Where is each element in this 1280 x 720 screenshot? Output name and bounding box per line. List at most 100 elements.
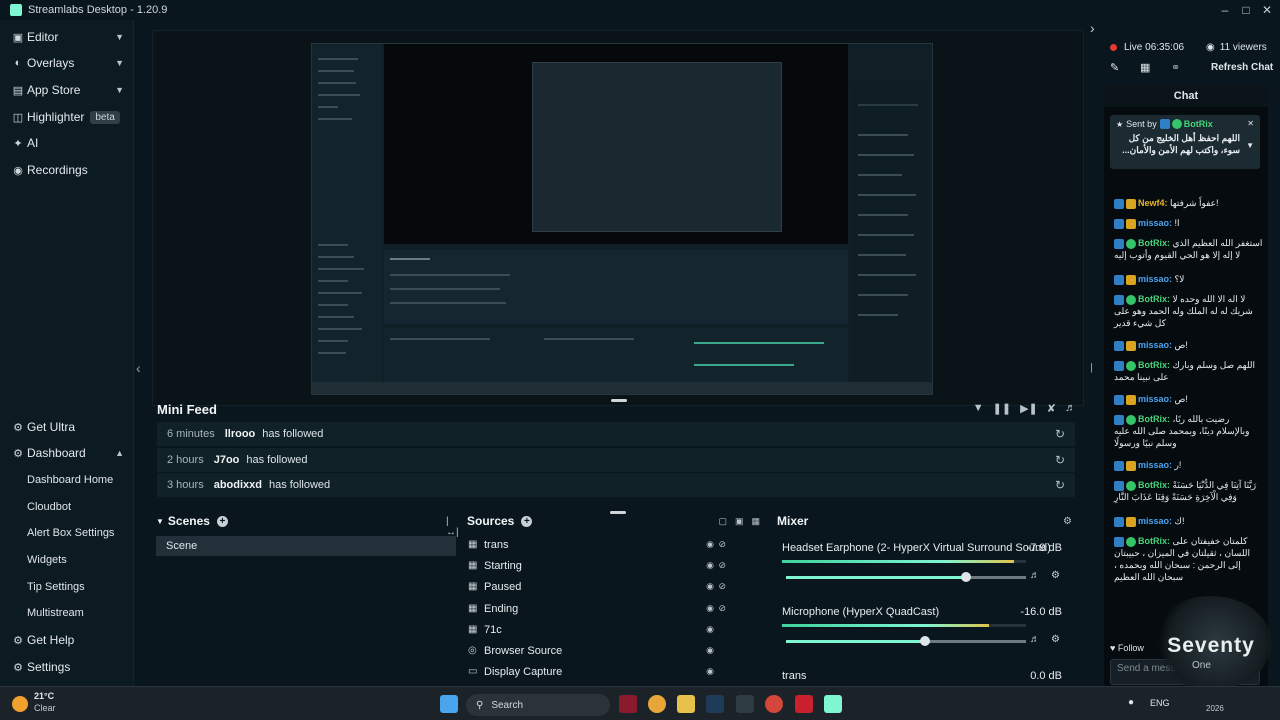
hidden-eye-icon[interactable]: ⊘ <box>718 581 726 592</box>
pause-icon[interactable]: ❚❚ <box>993 402 1011 415</box>
gear-icon[interactable]: ⚙ <box>1051 570 1060 581</box>
edit-icon[interactable]: ✎ <box>1110 61 1119 74</box>
volume-slider[interactable] <box>786 572 1026 582</box>
stream-preview[interactable] <box>152 30 1084 406</box>
source-item[interactable]: ▦ Paused ◉ ⊘ <box>468 576 760 597</box>
scene-transitions-icon[interactable]: |↔| <box>446 516 459 538</box>
sidebar-item-dashboard-home[interactable]: Dashboard Home <box>0 467 134 493</box>
source-item[interactable]: ▦ trans ◉ ⊘ <box>468 534 760 555</box>
add-scene-button[interactable]: + <box>216 515 228 527</box>
chat-username[interactable]: missao: <box>1138 340 1172 350</box>
chat-username[interactable]: BotRix: <box>1138 294 1170 304</box>
sidebar-item-overlays[interactable]: ◐ Overlays ▼ <box>0 50 134 76</box>
lock-icon[interactable]: ◉ <box>706 581 714 592</box>
source-item[interactable]: ▭ Display Capture ◉ <box>468 661 760 682</box>
sidebar-item-cloudbot[interactable]: Cloudbot <box>0 494 134 520</box>
chat-username[interactable]: missao: <box>1138 516 1172 526</box>
sidebar-item-alert-box-settings[interactable]: Alert Box Settings <box>0 520 134 546</box>
lock-icon[interactable]: ◉ <box>706 560 714 571</box>
collapse-icon[interactable]: ▼ <box>156 517 164 526</box>
chevron-down-icon[interactable]: ▼ <box>1246 141 1254 150</box>
repeat-alert-icon[interactable]: ↻ <box>1055 478 1065 492</box>
sidebar-item-multistream[interactable]: Multistream <box>0 600 134 626</box>
app-icon-tools[interactable] <box>736 695 754 713</box>
sidebar-item-tip-settings[interactable]: Tip Settings <box>0 574 134 600</box>
hidden-eye-icon[interactable]: ⊘ <box>718 603 726 614</box>
sidebar-item-editor[interactable]: ▣ Editor ▼ <box>0 24 134 50</box>
group-icon[interactable]: ▣ <box>735 516 744 527</box>
add-folder-icon[interactable]: ▦ <box>751 516 760 527</box>
chat-username[interactable]: missao: <box>1138 274 1172 284</box>
chat-username[interactable]: BotRix: <box>1138 360 1170 370</box>
app-icon-red[interactable] <box>795 695 813 713</box>
add-source-button[interactable]: + <box>521 515 533 527</box>
lock-icon[interactable]: ◉ <box>706 666 714 677</box>
chat-username[interactable]: Newf4: <box>1138 198 1168 208</box>
chat-username[interactable]: BotRix: <box>1138 480 1170 490</box>
hidden-eye-icon[interactable]: ⊘ <box>718 539 726 550</box>
app-icon-chat[interactable] <box>648 695 666 713</box>
sidebar-item-settings[interactable]: ⚙ Settings <box>0 654 134 680</box>
filter-icon[interactable]: ▼ <box>973 402 984 415</box>
collapse-right-icon[interactable]: › <box>1090 20 1095 36</box>
folder-icon[interactable] <box>677 695 695 713</box>
lock-icon[interactable]: ◉ <box>706 539 714 550</box>
mute-alerts-icon[interactable]: ✘ <box>1047 402 1056 415</box>
lock-icon[interactable]: ◉ <box>706 603 714 614</box>
dismiss-pin-icon[interactable]: ✕ <box>1247 119 1254 128</box>
app-icon-a[interactable] <box>619 695 637 713</box>
sidebar-item-get-help[interactable]: ⚙ Get Help <box>0 627 134 653</box>
volume-knob[interactable] <box>920 636 931 646</box>
lock-icon[interactable]: ◉ <box>706 645 714 656</box>
skip-icon[interactable]: ▶❚ <box>1020 402 1038 415</box>
dock-icon[interactable]: ▦ <box>1140 61 1150 74</box>
sidebar-item-highlighter[interactable]: ◫ Highlighter beta <box>0 104 134 130</box>
source-item[interactable]: ▦ 71c ◉ <box>468 619 760 640</box>
chat-title: Chat <box>1104 85 1268 107</box>
scenes-panel: ▼ Scenes + |↔| Scene <box>146 510 459 686</box>
sidebar-item-dashboard[interactable]: ⚙ Dashboard ▲ <box>0 440 134 466</box>
speaker-icon[interactable]: ♬ <box>1030 634 1040 645</box>
source-item[interactable]: ◎ Browser Source ◉ <box>468 640 760 661</box>
chrome-icon[interactable] <box>765 695 783 713</box>
scene-item[interactable]: Scene <box>156 536 456 556</box>
steam-icon[interactable] <box>706 695 724 713</box>
language-indicator[interactable]: ENG <box>1150 698 1170 708</box>
collapse-left-icon[interactable]: ‹ <box>136 360 141 376</box>
repeat-alert-icon[interactable]: ↻ <box>1055 453 1065 467</box>
mixer-settings-icon[interactable]: ⚙ <box>1063 516 1072 527</box>
sidebar-item-widgets[interactable]: Widgets <box>0 547 134 573</box>
streamlabs-taskbar-icon[interactable] <box>824 695 842 713</box>
chat-username[interactable]: BotRix: <box>1138 238 1170 248</box>
share-icon[interactable]: ⚭ <box>1171 61 1180 74</box>
chat-username[interactable]: BotRix: <box>1138 414 1170 424</box>
feed-time: 3 hours <box>167 479 204 491</box>
sidebar-item-ai[interactable]: ✦ AI <box>0 130 134 156</box>
gear-icon[interactable]: ⚙ <box>1051 634 1060 645</box>
chat-username[interactable]: missao: <box>1138 394 1172 404</box>
taskbar-search[interactable]: ⚲ Search <box>466 694 610 716</box>
refresh-chat-button[interactable]: Refresh Chat <box>1211 62 1273 73</box>
windows-start-icon[interactable] <box>440 695 458 713</box>
chat-username[interactable]: missao: <box>1138 218 1172 228</box>
sidebar-item-app-store[interactable]: ▤ App Store ▼ <box>0 77 134 103</box>
speaker-icon[interactable]: ♬ <box>1030 570 1040 581</box>
hidden-eye-icon[interactable]: ⊘ <box>718 560 726 571</box>
source-item[interactable]: ▦ Ending ◉ ⊘ <box>468 598 760 619</box>
volume-slider[interactable] <box>786 636 1026 646</box>
live-label: Live <box>1124 42 1143 53</box>
feed-user: llrooo <box>224 428 256 440</box>
pinned-text: اللهم احفظ أهل الخليج من كل سوء، واكتب ل… <box>1122 133 1240 155</box>
sidebar-item-get-ultra[interactable]: ⚙ Get Ultra <box>0 414 134 440</box>
lock-icon[interactable]: ◉ <box>706 624 714 635</box>
chat-username[interactable]: BotRix: <box>1138 536 1170 546</box>
volume-knob[interactable] <box>961 572 971 582</box>
folder-icon[interactable]: ▢ <box>718 516 727 527</box>
source-item[interactable]: ▦ Starting ◉ ⊘ <box>468 555 760 576</box>
chevron-down-icon: ▼ <box>115 32 124 42</box>
volume-icon[interactable]: ♬ <box>1065 402 1076 415</box>
repeat-alert-icon[interactable]: ↻ <box>1055 427 1065 441</box>
chat-username[interactable]: missao: <box>1138 460 1172 470</box>
close-button[interactable]: ✕ <box>1254 0 1280 20</box>
sidebar-item-recordings[interactable]: ◉ Recordings <box>0 157 134 183</box>
